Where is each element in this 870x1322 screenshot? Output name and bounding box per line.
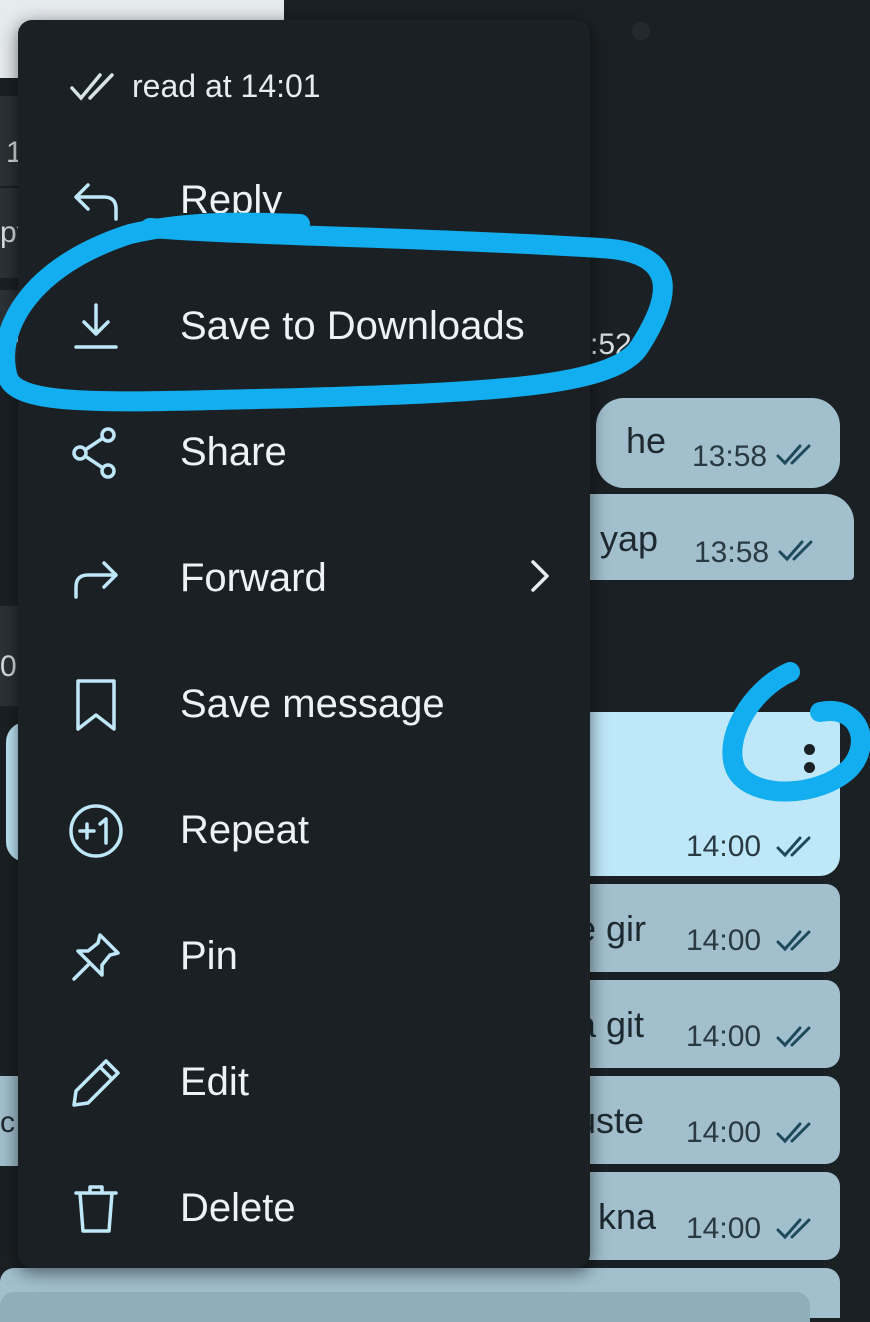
forward-icon <box>74 561 118 599</box>
menu-item-label: Save to Downloads <box>180 304 525 348</box>
message-time: 14:00 <box>686 830 762 863</box>
message-text: kna <box>598 1196 657 1237</box>
message-time: 14:00 <box>686 1212 762 1245</box>
menu-item-label: Share <box>180 430 287 474</box>
message-bubble[interactable]: e gir 14:00 <box>560 884 840 972</box>
menu-item-pin[interactable]: Pin <box>18 892 590 1018</box>
partial-time: :52 <box>590 328 632 361</box>
menu-item-label: Edit <box>180 1060 249 1104</box>
message-bubble[interactable]: / yap 13:58 <box>560 494 854 580</box>
menu-item-label: Pin <box>180 934 238 978</box>
reply-icon <box>74 183 118 221</box>
background-decoration <box>632 22 650 40</box>
more-options-icon[interactable] <box>800 742 820 802</box>
bookmark-icon <box>76 679 116 731</box>
pencil-icon <box>72 1059 120 1107</box>
download-icon <box>74 303 118 349</box>
share-icon <box>72 427 116 479</box>
pin-icon <box>72 933 120 981</box>
partial-input <box>0 1292 810 1322</box>
message-context-menu: read at 14:01 Reply Save to Downloads Sh… <box>18 20 590 1268</box>
read-ticks-icon <box>776 444 811 466</box>
read-ticks-icon <box>776 836 811 858</box>
message-time: 14:00 <box>686 924 762 957</box>
message-bubble[interactable]: a git 14:00 <box>560 980 840 1068</box>
read-status: read at 14:01 <box>70 64 321 108</box>
message-bubble[interactable]: kna 14:00 <box>560 1172 840 1260</box>
message-time: 14:00 <box>686 1116 762 1149</box>
read-status-text: read at 14:01 <box>132 67 321 104</box>
media-message-bubble[interactable]: 14:00 <box>560 712 840 876</box>
menu-item-label: Save message <box>180 682 445 726</box>
menu-item-label: Forward <box>180 556 327 600</box>
menu-item-reply[interactable]: Reply <box>18 136 590 262</box>
read-ticks-icon <box>70 73 114 101</box>
message-time: 14:00 <box>686 1020 762 1053</box>
read-ticks-icon <box>776 1218 811 1240</box>
menu-item-save-to-downloads[interactable]: Save to Downloads <box>18 262 590 388</box>
menu-item-label: Repeat <box>180 808 309 852</box>
trash-icon <box>74 1185 118 1233</box>
menu-item-repeat[interactable]: Repeat <box>18 766 590 892</box>
menu-item-delete[interactable]: Delete <box>18 1144 590 1270</box>
message-bubble[interactable]: he 13:58 <box>596 398 840 488</box>
read-ticks-icon <box>778 540 813 562</box>
menu-item-share[interactable]: Share <box>18 388 590 514</box>
menu-item-forward[interactable]: Forward <box>18 514 590 640</box>
message-time: 13:58 <box>692 440 768 473</box>
message-text: he <box>626 420 667 461</box>
menu-item-label: Delete <box>180 1186 296 1230</box>
menu-item-label: Reply <box>180 178 283 222</box>
menu-item-save-message[interactable]: Save message <box>18 640 590 766</box>
plus-one-icon <box>69 804 123 858</box>
read-ticks-icon <box>776 1026 811 1048</box>
message-time: 13:58 <box>694 536 770 569</box>
chevron-right-icon <box>531 560 549 592</box>
read-ticks-icon <box>776 930 811 952</box>
read-ticks-icon <box>776 1122 811 1144</box>
menu-item-edit[interactable]: Edit <box>18 1018 590 1144</box>
message-text: / yap <box>580 518 659 559</box>
message-bubble[interactable]: uste 14:00 <box>560 1076 840 1164</box>
